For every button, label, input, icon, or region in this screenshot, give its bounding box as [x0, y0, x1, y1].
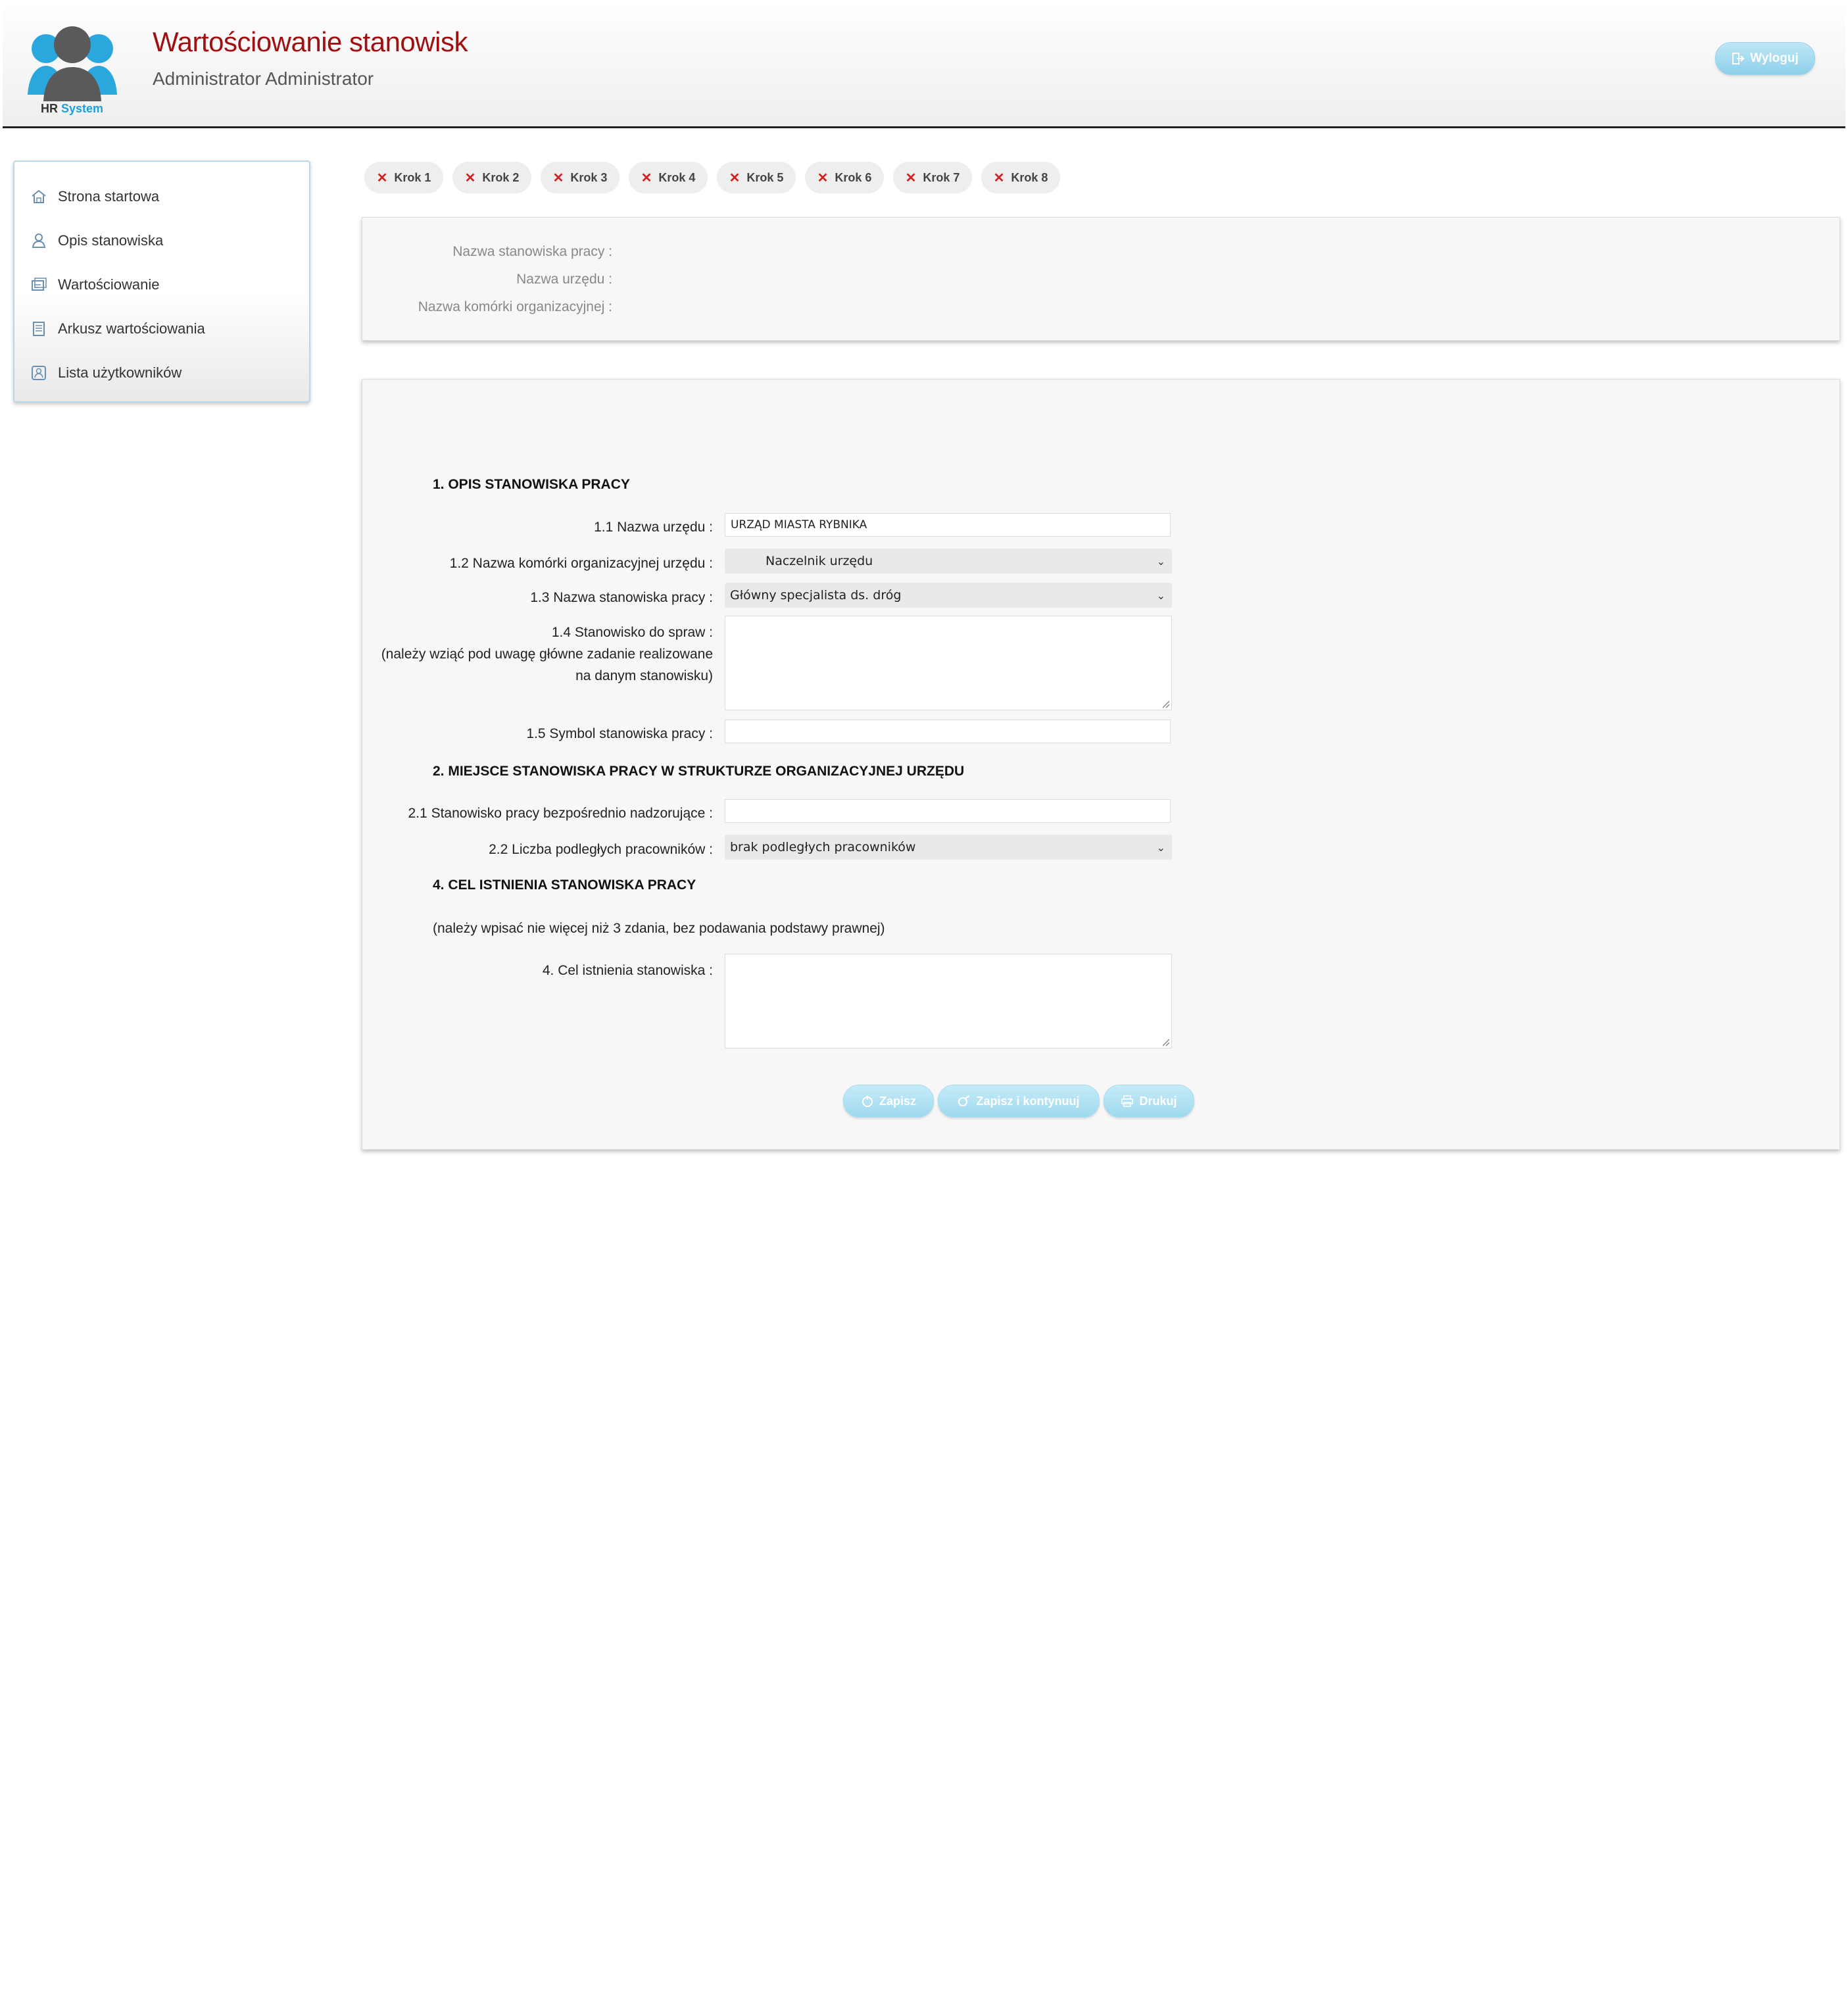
current-user: Administrator Administrator [153, 68, 374, 89]
section-heading-2: 2. MIEJSCE STANOWISKA PRACY W STRUKTURZE… [433, 764, 965, 779]
sidebar-item-label: Wartościowanie [58, 276, 160, 293]
section-heading-1: 1. OPIS STANOWISKA PRACY [433, 477, 630, 492]
person-icon [32, 234, 46, 248]
tasks-textarea[interactable] [725, 616, 1172, 710]
position-name-select-value: Główny specjalista ds. dróg [730, 588, 902, 603]
subordinates-select[interactable]: brak podległych pracowników ⌄ [725, 835, 1172, 860]
purpose-field-label: 4. Cel istnienia stanowiska : [542, 963, 713, 978]
step-label: Krok 4 [658, 170, 696, 184]
tab-step-3[interactable]: ✕ Krok 3 [541, 162, 620, 193]
logout-button[interactable]: Wyloguj [1715, 42, 1815, 75]
tab-step-4[interactable]: ✕ Krok 4 [629, 162, 708, 193]
tab-step-6[interactable]: ✕ Krok 6 [805, 162, 884, 193]
save-continue-icon [958, 1095, 971, 1106]
step-label: Krok 5 [746, 170, 784, 184]
print-button-label: Drukuj [1139, 1094, 1177, 1108]
logout-icon [1732, 53, 1745, 64]
subordinates-field-label: 2.2 Liczba podległych pracowników : [489, 842, 713, 857]
close-icon: ✕ [552, 170, 564, 185]
tasks-field-label: 1.4 Stanowisko do spraw : [551, 625, 713, 640]
position-name-field-label: 1.3 Nazwa stanowiska pracy : [530, 590, 713, 605]
close-icon: ✕ [905, 170, 917, 185]
logo-text: HR System [41, 102, 103, 116]
logo-text-system: System [61, 102, 104, 115]
sidebar-item-valuation[interactable]: Wartościowanie [14, 268, 309, 301]
tab-step-5[interactable]: ✕ Krok 5 [717, 162, 796, 193]
subordinates-select-value: brak podległych pracowników [730, 840, 916, 854]
step-label: Krok 3 [570, 170, 608, 184]
sidebar-item-label: Opis stanowiska [58, 232, 164, 249]
chevron-down-icon: ⌄ [1156, 841, 1165, 854]
logo-text-hr: HR [41, 102, 58, 115]
save-and-continue-button[interactable]: Zapisz i kontynuuj [938, 1085, 1100, 1118]
position-name-select[interactable]: Główny specjalista ds. dróg ⌄ [725, 583, 1172, 608]
tab-step-8[interactable]: ✕ Krok 8 [981, 162, 1060, 193]
sheet-icon [33, 322, 45, 336]
close-icon: ✕ [993, 170, 1005, 185]
unit-name-label: Nazwa komórki organizacyjnej : [418, 299, 612, 314]
step-label: Krok 1 [394, 170, 431, 184]
users-list-icon [32, 366, 46, 380]
position-name-label: Nazwa stanowiska pracy : [452, 244, 612, 259]
printer-icon [1121, 1095, 1134, 1107]
sidebar-menu: Strona startowa Opis stanowiska Wartości… [13, 160, 310, 403]
sidebar-item-valuation-sheet[interactable]: Arkusz wartościowania [14, 312, 309, 345]
tasks-field-hint-2: na danym stanowisku) [575, 668, 713, 683]
sidebar-item-label: Strona startowa [58, 188, 160, 205]
tab-step-7[interactable]: ✕ Krok 7 [893, 162, 972, 193]
org-unit-field-label: 1.2 Nazwa komórki organizacyjnej urzędu … [449, 556, 713, 571]
resize-grip-icon[interactable] [1159, 698, 1170, 708]
home-icon [32, 189, 46, 203]
save-button[interactable]: Zapisz [843, 1085, 934, 1118]
app-header: HR System Wartościowanie stanowisk Admin… [3, 0, 1845, 128]
sidebar-item-job-description[interactable]: Opis stanowiska [14, 224, 309, 257]
close-icon: ✕ [464, 170, 476, 185]
office-name-field[interactable]: URZĄD MIASTA RYBNIKA [725, 513, 1171, 537]
position-symbol-field-label: 1.5 Symbol stanowiska pracy : [526, 726, 713, 741]
org-unit-select-value: Naczelnik urzędu [766, 554, 873, 568]
chevron-down-icon: ⌄ [1156, 589, 1165, 602]
supervising-position-field-label: 2.1 Stanowisko pracy bezpośrednio nadzor… [408, 806, 713, 821]
logout-label: Wyloguj [1750, 51, 1799, 65]
resize-grip-icon[interactable] [1159, 1036, 1170, 1046]
office-name-label: Nazwa urzędu : [516, 272, 612, 287]
sidebar-item-label: Lista użytkowników [58, 364, 182, 381]
save-icon [862, 1096, 873, 1107]
close-icon: ✕ [641, 170, 652, 185]
save-button-label: Zapisz [879, 1094, 916, 1108]
chevron-down-icon: ⌄ [1156, 554, 1165, 568]
cards-icon [32, 278, 47, 291]
close-icon: ✕ [817, 170, 829, 185]
save-and-continue-label: Zapisz i kontynuuj [976, 1094, 1080, 1108]
purpose-textarea[interactable] [725, 954, 1172, 1048]
step-label: Krok 7 [923, 170, 960, 184]
step-label: Krok 6 [835, 170, 872, 184]
sidebar-item-label: Arkusz wartościowania [58, 320, 205, 337]
org-unit-select[interactable]: Naczelnik urzędu ⌄ [725, 549, 1172, 574]
tab-step-1[interactable]: ✕ Krok 1 [364, 162, 443, 193]
step-label: Krok 2 [482, 170, 520, 184]
section-heading-4: 4. CEL ISTNIENIA STANOWISKA PRACY [433, 877, 696, 893]
tab-step-2[interactable]: ✕ Krok 2 [452, 162, 531, 193]
office-name-field-label: 1.1 Nazwa urzędu : [594, 520, 713, 535]
close-icon: ✕ [376, 170, 388, 185]
sidebar-item-home[interactable]: Strona startowa [14, 180, 309, 213]
supervising-position-field[interactable] [725, 799, 1171, 823]
position-symbol-field[interactable] [725, 720, 1171, 743]
users-logo-icon [28, 26, 117, 101]
step-label: Krok 8 [1011, 170, 1048, 184]
close-icon: ✕ [729, 170, 741, 185]
app-title: Wartościowanie stanowisk [153, 26, 468, 57]
position-info-panel: Nazwa stanowiska pracy : Nazwa urzędu : … [362, 217, 1840, 341]
section-4-note: (należy wpisać nie więcej niż 3 zdania, … [433, 921, 885, 936]
print-button[interactable]: Drukuj [1104, 1085, 1194, 1118]
tasks-field-hint-1: (należy wziąć pod uwagę główne zadanie r… [381, 647, 713, 662]
sidebar-item-users[interactable]: Lista użytkowników [14, 357, 309, 389]
